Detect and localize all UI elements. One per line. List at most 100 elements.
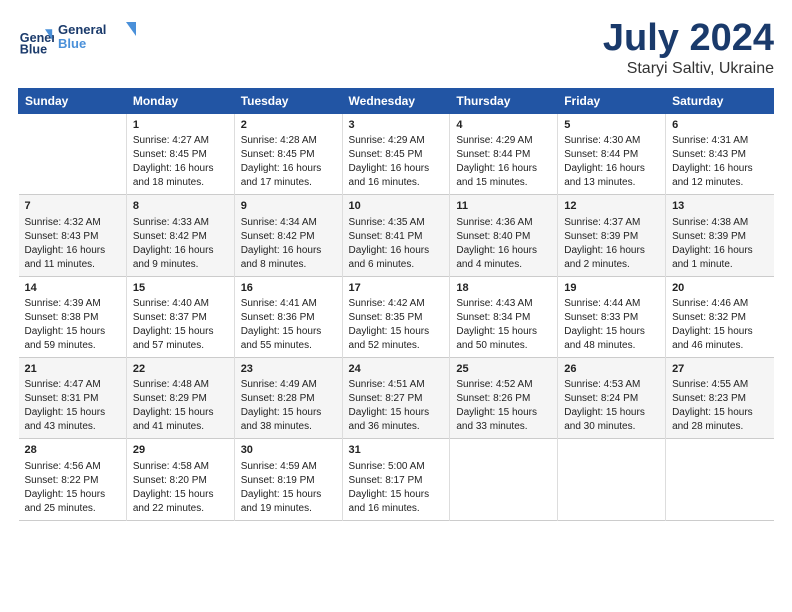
calendar-cell: 22Sunrise: 4:48 AM Sunset: 8:29 PM Dayli… [126,357,234,438]
cell-content: Sunrise: 4:40 AM Sunset: 8:37 PM Dayligh… [133,297,228,353]
svg-text:Blue: Blue [58,36,86,51]
subtitle: Staryi Saltiv, Ukraine [603,60,774,78]
cell-content: Sunrise: 4:32 AM Sunset: 8:43 PM Dayligh… [25,216,120,272]
calendar-cell: 3Sunrise: 4:29 AM Sunset: 8:45 PM Daylig… [342,113,450,194]
calendar-cell: 1Sunrise: 4:27 AM Sunset: 8:45 PM Daylig… [126,113,234,194]
cell-content: Sunrise: 4:47 AM Sunset: 8:31 PM Dayligh… [25,378,120,434]
day-number: 28 [25,443,120,458]
day-header: Tuesday [234,88,342,113]
cell-content: Sunrise: 4:37 AM Sunset: 8:39 PM Dayligh… [564,216,659,272]
day-number: 23 [241,362,336,377]
calendar-cell: 27Sunrise: 4:55 AM Sunset: 8:23 PM Dayli… [666,357,774,438]
day-header: Sunday [19,88,127,113]
calendar-cell: 9Sunrise: 4:34 AM Sunset: 8:42 PM Daylig… [234,195,342,276]
cell-content: Sunrise: 4:36 AM Sunset: 8:40 PM Dayligh… [456,216,551,272]
day-number: 17 [349,281,444,296]
calendar-cell: 7 Sunrise: 4:32 AM Sunset: 8:43 PM Daylig… [19,195,127,276]
calendar-cell [558,439,666,520]
calendar-cell: 18Sunrise: 4:43 AM Sunset: 8:34 PM Dayli… [450,276,558,357]
week-row: 7 Sunrise: 4:32 AM Sunset: 8:43 PM Daylig… [19,195,774,276]
cell-content: Sunrise: 4:52 AM Sunset: 8:26 PM Dayligh… [456,378,551,434]
day-number: 8 [133,199,228,214]
day-number: 5 [564,118,659,133]
day-number: 7 [25,199,120,214]
week-row: 14Sunrise: 4:39 AM Sunset: 8:38 PM Dayli… [19,276,774,357]
calendar-cell: 15Sunrise: 4:40 AM Sunset: 8:37 PM Dayli… [126,276,234,357]
cell-content: Sunrise: 4:43 AM Sunset: 8:34 PM Dayligh… [456,297,551,353]
day-number: 31 [349,443,444,458]
cell-content: Sunrise: 4:56 AM Sunset: 8:22 PM Dayligh… [25,460,120,516]
day-number: 16 [241,281,336,296]
logo-icon: General Blue [18,22,54,58]
calendar-cell [19,113,127,194]
day-header: Saturday [666,88,774,113]
calendar-cell: 20Sunrise: 4:46 AM Sunset: 8:32 PM Dayli… [666,276,774,357]
calendar-cell: 28 Sunrise: 4:56 AM Sunset: 8:22 PM Dayli… [19,439,127,520]
calendar-cell: 17Sunrise: 4:42 AM Sunset: 8:35 PM Dayli… [342,276,450,357]
calendar-cell: 6Sunrise: 4:31 AM Sunset: 8:43 PM Daylig… [666,113,774,194]
calendar-cell: 29Sunrise: 4:58 AM Sunset: 8:20 PM Dayli… [126,439,234,520]
day-header: Friday [558,88,666,113]
cell-content: Sunrise: 4:31 AM Sunset: 8:43 PM Dayligh… [672,134,767,190]
title-block: July 2024 Staryi Saltiv, Ukraine [603,18,774,78]
cell-content: Sunrise: 4:41 AM Sunset: 8:36 PM Dayligh… [241,297,336,353]
day-number: 21 [25,362,120,377]
cell-content: Sunrise: 4:39 AM Sunset: 8:38 PM Dayligh… [25,297,120,353]
cell-content: Sunrise: 4:58 AM Sunset: 8:20 PM Dayligh… [133,460,228,516]
svg-text:Blue: Blue [20,42,47,56]
day-number: 13 [672,199,767,214]
page-container: General Blue General Blue July 2024 Star… [0,0,792,531]
calendar-cell: 21Sunrise: 4:47 AM Sunset: 8:31 PM Dayli… [19,357,127,438]
week-row: 21Sunrise: 4:47 AM Sunset: 8:31 PM Dayli… [19,357,774,438]
day-number: 19 [564,281,659,296]
logo-text: General Blue [58,18,138,61]
calendar-cell: 16Sunrise: 4:41 AM Sunset: 8:36 PM Dayli… [234,276,342,357]
calendar-cell: 12 Sunrise: 4:37 AM Sunset: 8:39 PM Dayli… [558,195,666,276]
day-number: 9 [241,199,336,214]
day-header: Thursday [450,88,558,113]
day-number: 12 [564,199,659,214]
day-number: 30 [241,443,336,458]
cell-content: Sunrise: 4:27 AM Sunset: 8:45 PM Dayligh… [133,134,228,190]
cell-content: Sunrise: 4:35 AM Sunset: 8:41 PM Dayligh… [349,216,444,272]
cell-content: Sunrise: 4:42 AM Sunset: 8:35 PM Dayligh… [349,297,444,353]
main-title: July 2024 [603,18,774,60]
cell-content: Sunrise: 4:28 AM Sunset: 8:45 PM Dayligh… [241,134,336,190]
calendar-cell: 19Sunrise: 4:44 AM Sunset: 8:33 PM Dayli… [558,276,666,357]
calendar-cell: 25Sunrise: 4:52 AM Sunset: 8:26 PM Dayli… [450,357,558,438]
day-number: 24 [349,362,444,377]
day-number: 2 [241,118,336,133]
svg-text:General: General [58,22,106,37]
cell-content: Sunrise: 4:53 AM Sunset: 8:24 PM Dayligh… [564,378,659,434]
calendar-cell: 30 Sunrise: 4:59 AM Sunset: 8:19 PM Dayli… [234,439,342,520]
cell-content: Sunrise: 4:30 AM Sunset: 8:44 PM Dayligh… [564,134,659,190]
cell-content: Sunrise: 4:44 AM Sunset: 8:33 PM Dayligh… [564,297,659,353]
day-number: 4 [456,118,551,133]
cell-content: Sunrise: 5:00 AM Sunset: 8:17 PM Dayligh… [349,460,444,516]
calendar-cell: 4Sunrise: 4:29 AM Sunset: 8:44 PM Daylig… [450,113,558,194]
day-number: 14 [25,281,120,296]
day-number: 18 [456,281,551,296]
calendar-cell: 23Sunrise: 4:49 AM Sunset: 8:28 PM Dayli… [234,357,342,438]
day-number: 22 [133,362,228,377]
header-row: SundayMondayTuesdayWednesdayThursdayFrid… [19,88,774,113]
week-row: 1Sunrise: 4:27 AM Sunset: 8:45 PM Daylig… [19,113,774,194]
calendar-cell [450,439,558,520]
calendar-cell: 13 Sunrise: 4:38 AM Sunset: 8:39 PM Dayli… [666,195,774,276]
cell-content: Sunrise: 4:29 AM Sunset: 8:44 PM Dayligh… [456,134,551,190]
calendar-cell: 24Sunrise: 4:51 AM Sunset: 8:27 PM Dayli… [342,357,450,438]
day-number: 10 [349,199,444,214]
calendar-cell [666,439,774,520]
day-number: 1 [133,118,228,133]
cell-content: Sunrise: 4:55 AM Sunset: 8:23 PM Dayligh… [672,378,767,434]
cell-content: Sunrise: 4:49 AM Sunset: 8:28 PM Dayligh… [241,378,336,434]
cell-content: Sunrise: 4:38 AM Sunset: 8:39 PM Dayligh… [672,216,767,272]
cell-content: Sunrise: 4:59 AM Sunset: 8:19 PM Dayligh… [241,460,336,516]
cell-content: Sunrise: 4:46 AM Sunset: 8:32 PM Dayligh… [672,297,767,353]
day-number: 20 [672,281,767,296]
cell-content: Sunrise: 4:48 AM Sunset: 8:29 PM Dayligh… [133,378,228,434]
day-number: 6 [672,118,767,133]
logo: General Blue General Blue [18,18,138,61]
calendar-cell: 11Sunrise: 4:36 AM Sunset: 8:40 PM Dayli… [450,195,558,276]
calendar-table: SundayMondayTuesdayWednesdayThursdayFrid… [18,88,774,521]
